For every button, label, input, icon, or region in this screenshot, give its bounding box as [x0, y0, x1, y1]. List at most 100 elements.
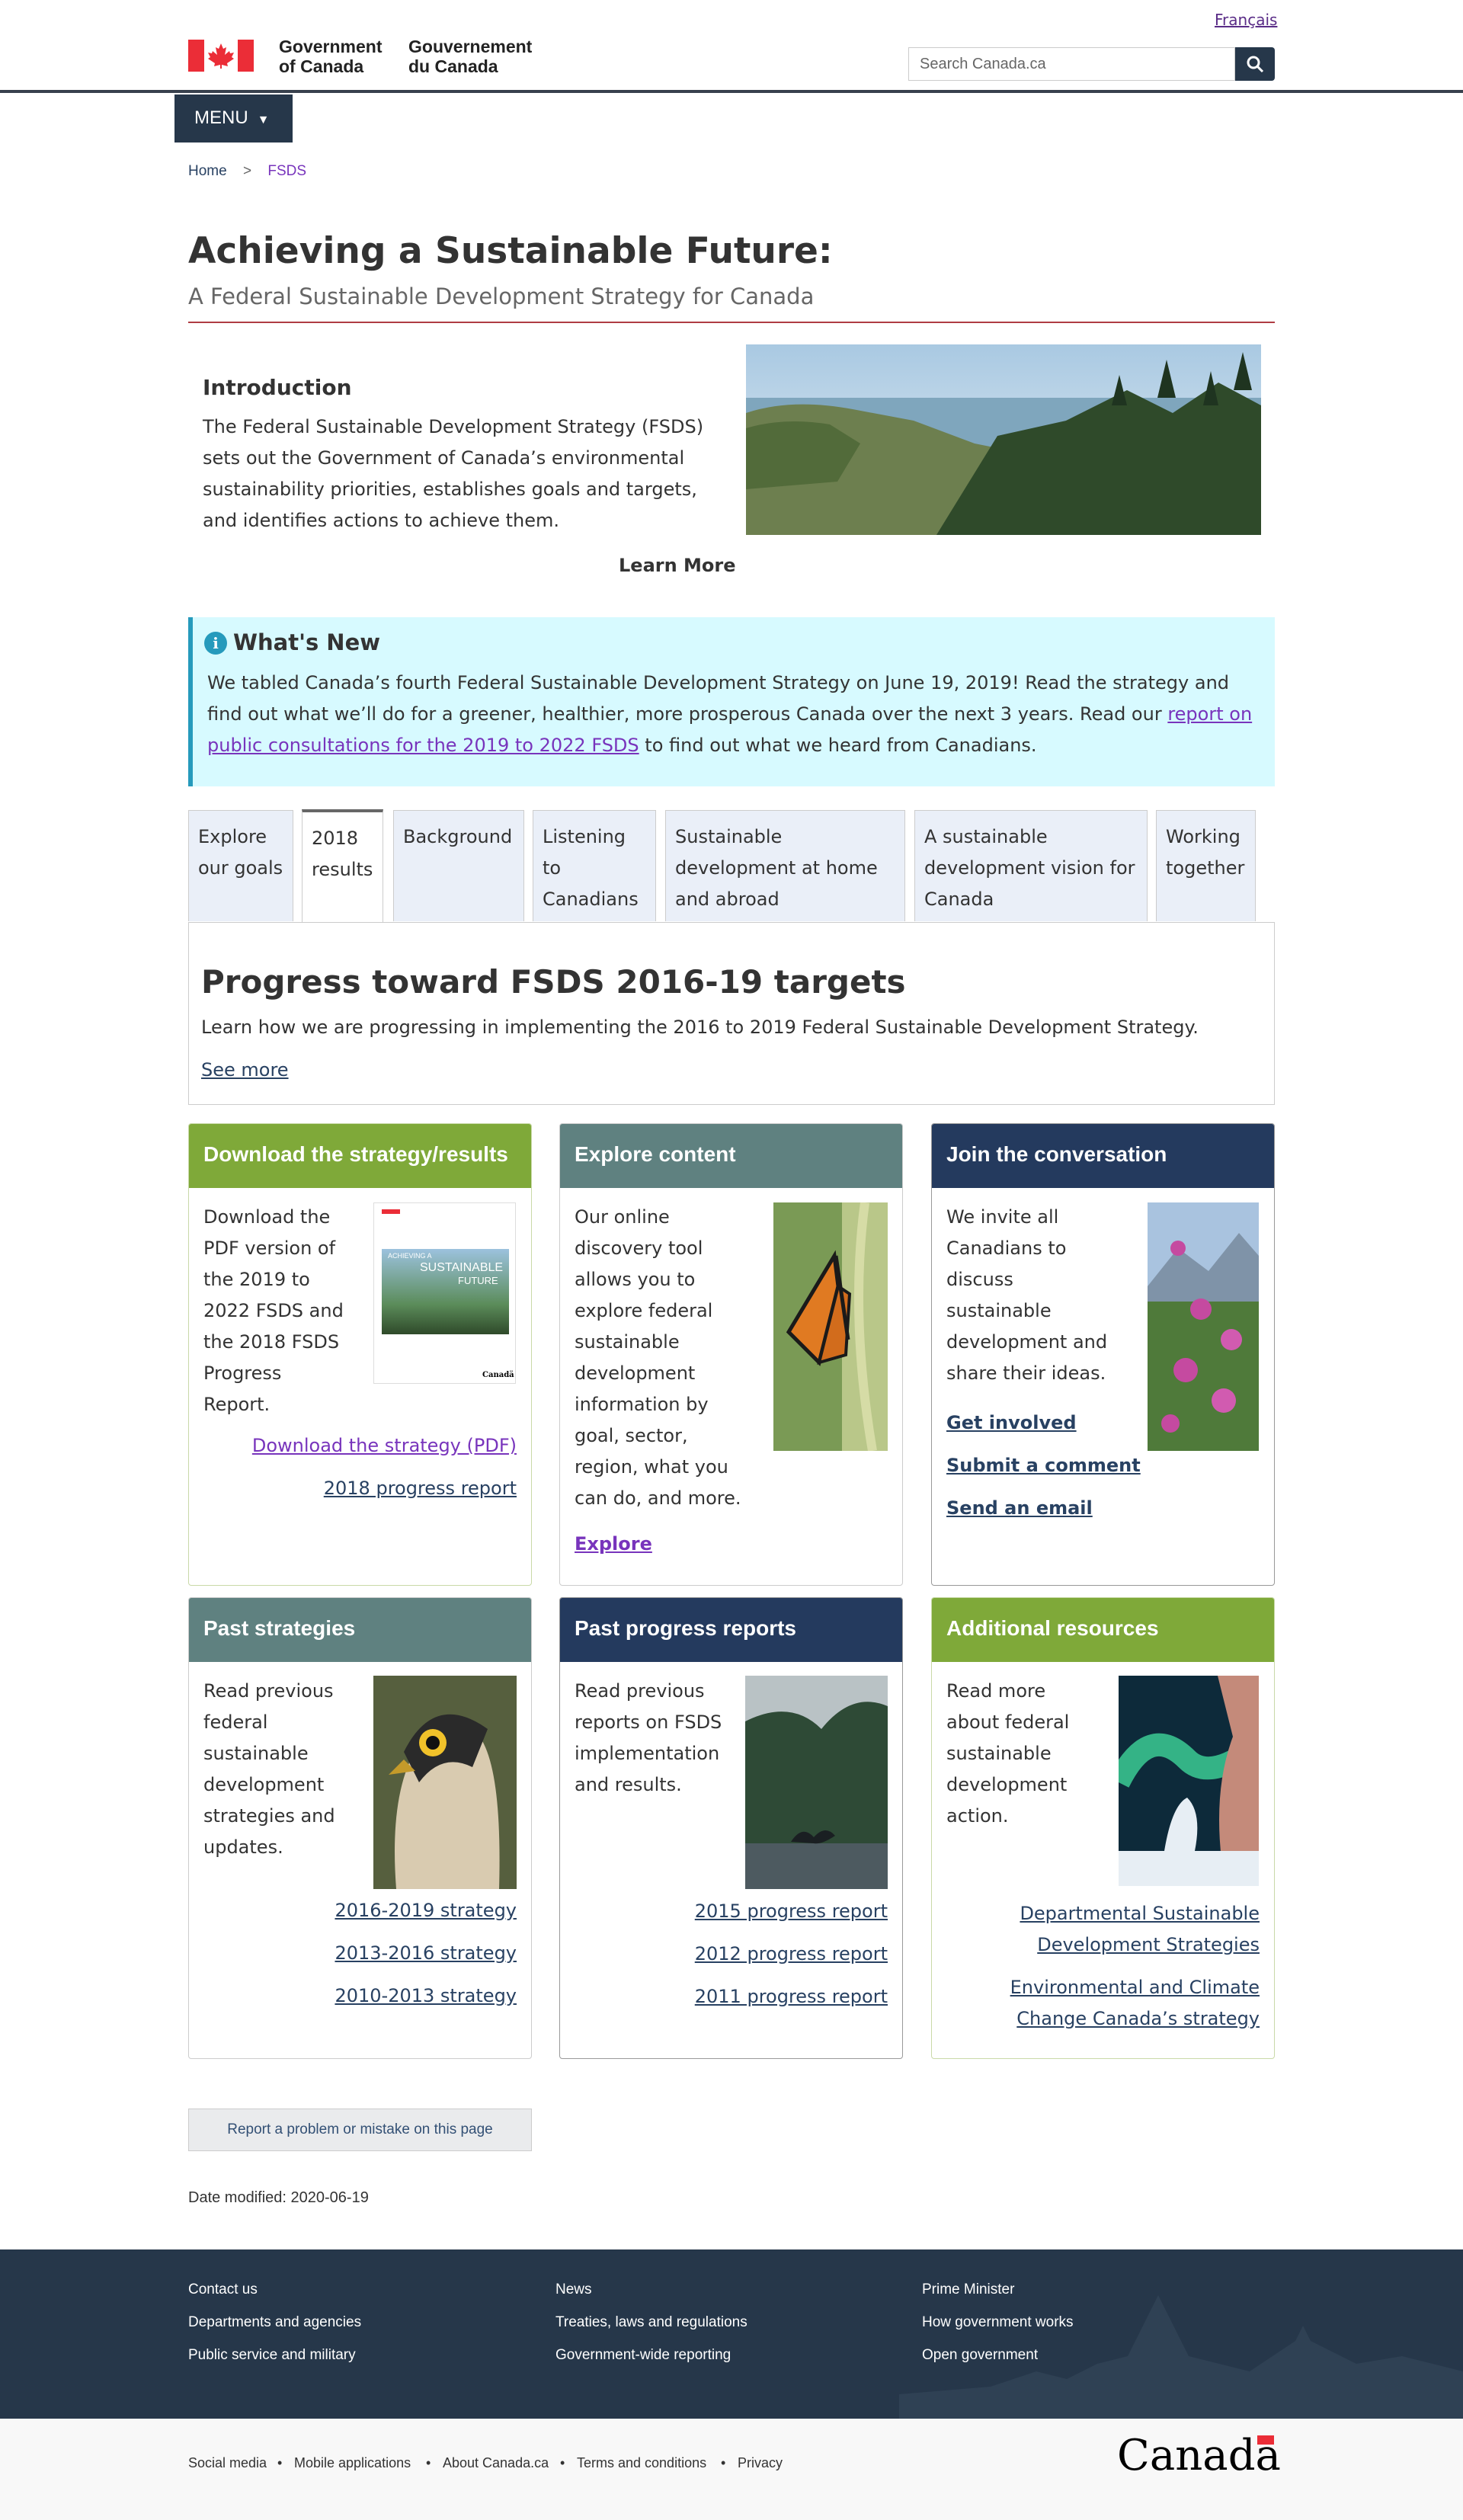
- page-subtitle: A Federal Sustainable Development Strate…: [188, 283, 815, 309]
- about-canada-link[interactable]: About Canada.ca: [443, 2455, 549, 2471]
- fireweed-flowers-image: [1148, 1202, 1259, 1451]
- govt-fr-line2: du Canada: [408, 56, 498, 76]
- send-email-link[interactable]: Send an email: [946, 1497, 1093, 1519]
- card-past-reports-title: Past progress reports: [560, 1598, 902, 1662]
- whats-new-text: We tabled Canada’s fourth Federal Sustai…: [207, 668, 1259, 761]
- footer-departments-link[interactable]: Departments and agencies: [188, 2314, 361, 2331]
- northern-lights-image: [1119, 1676, 1259, 1886]
- footer-reporting-link[interactable]: Government-wide reporting: [555, 2347, 731, 2364]
- progress-report-2015-link[interactable]: 2015 progress report: [575, 1900, 888, 1922]
- card-past-reports-text: Read previous reports on FSDS implementa…: [575, 1680, 722, 1795]
- progress-report-2011-link[interactable]: 2011 progress report: [575, 1986, 888, 2007]
- eccc-strategy-link[interactable]: Environmental and Climate Change Canada’…: [946, 1972, 1260, 2035]
- departmental-sds-link[interactable]: Departmental Sustainable Development Str…: [946, 1898, 1260, 1961]
- tab-panel: [188, 922, 1275, 1105]
- tab-panel-heading: Progress toward FSDS 2016-19 targets: [201, 963, 906, 1001]
- bullet-separator: •: [426, 2455, 431, 2470]
- menu-label: MENU: [194, 107, 248, 128]
- card-explore-text: Our online discovery tool allows you to …: [575, 1206, 741, 1509]
- tab-background[interactable]: Background: [393, 810, 524, 921]
- breadcrumb-fsds-link[interactable]: FSDS: [267, 163, 306, 179]
- page-title: Achieving a Sustainable Future:: [188, 230, 833, 272]
- breadcrumb: Home > FSDS: [188, 163, 319, 180]
- breadcrumb-home-link[interactable]: Home: [188, 163, 227, 179]
- search-input[interactable]: Search Canada.ca: [908, 47, 1235, 81]
- tab-panel-text: Learn how we are progressing in implemen…: [201, 1017, 1199, 1038]
- whats-new-text-before: We tabled Canada’s fourth Federal Sustai…: [207, 672, 1230, 725]
- bullet-separator: •: [277, 2455, 283, 2470]
- intro-heading: Introduction: [203, 375, 352, 400]
- progress-report-2018-link[interactable]: 2018 progress report: [203, 1478, 517, 1499]
- canada-flag-icon[interactable]: [188, 40, 254, 72]
- chevron-down-icon: ▼: [257, 114, 270, 126]
- govt-fr-line1: Gouvernement: [408, 37, 533, 56]
- monarch-butterfly-image: [773, 1202, 888, 1451]
- footer-how-government-works-link[interactable]: How government works: [922, 2314, 1074, 2331]
- pdf-cover-line3: FUTURE: [458, 1275, 498, 1286]
- card-download-text: Download the PDF version of the 2019 to …: [203, 1206, 344, 1415]
- tab-listening-to-canadians[interactable]: Listening to Canadians: [533, 810, 656, 921]
- pdf-cover-wordmark: Canadä: [482, 1371, 514, 1379]
- report-problem-button[interactable]: Report a problem or mistake on this page: [188, 2109, 532, 2151]
- govt-en-line1: Government: [279, 37, 383, 56]
- date-modified: Date modified: 2020-06-19: [188, 2189, 369, 2206]
- govt-en-line2: of Canada: [279, 56, 364, 76]
- terms-conditions-link[interactable]: Terms and conditions: [577, 2455, 706, 2471]
- privacy-link[interactable]: Privacy: [738, 2455, 783, 2471]
- menu-button[interactable]: MENU ▼: [174, 94, 293, 142]
- government-signature-en[interactable]: Government of Canada: [279, 37, 382, 76]
- footer-open-government-link[interactable]: Open government: [922, 2347, 1038, 2364]
- whats-new-text-after: to find out what we heard from Canadians…: [639, 735, 1037, 756]
- footer-treaties-link[interactable]: Treaties, laws and regulations: [555, 2314, 748, 2331]
- language-toggle-link[interactable]: Français: [1215, 11, 1277, 29]
- fsds-pdf-cover-image: ACHIEVING A SUSTAINABLE FUTURE Canadä: [373, 1202, 516, 1384]
- progress-report-2012-link[interactable]: 2012 progress report: [575, 1943, 888, 1964]
- search-button[interactable]: [1235, 47, 1275, 81]
- social-media-link[interactable]: Social media: [188, 2455, 267, 2471]
- bullet-separator: •: [721, 2455, 726, 2470]
- get-involved-link[interactable]: Get involved: [946, 1412, 1077, 1433]
- title-divider: [188, 322, 1275, 323]
- card-join-title: Join the conversation: [932, 1124, 1274, 1188]
- pdf-cover-line2: SUSTAINABLE: [420, 1261, 504, 1274]
- strategy-2016-2019-link[interactable]: 2016-2019 strategy: [203, 1900, 517, 1921]
- info-icon: i: [204, 632, 227, 655]
- footer-public-service-link[interactable]: Public service and military: [188, 2347, 356, 2364]
- download-strategy-pdf-link[interactable]: Download the strategy (PDF): [203, 1435, 517, 1456]
- learn-more-link[interactable]: Learn More: [619, 555, 736, 576]
- explore-link[interactable]: Explore: [575, 1533, 652, 1555]
- canada-wordmark: Canadä: [1117, 2431, 1281, 2480]
- whats-new-heading: What's New: [233, 629, 381, 655]
- card-additional-resources-text: Read more about federal sustainable deve…: [946, 1680, 1070, 1827]
- card-past-strategies-text: Read previous federal sustainable develo…: [203, 1680, 335, 1858]
- strategy-2013-2016-link[interactable]: 2013-2016 strategy: [203, 1942, 517, 1964]
- main-footer: [0, 2249, 1463, 2419]
- footer-prime-minister-link[interactable]: Prime Minister: [922, 2281, 1014, 2298]
- peregrine-falcon-image: [373, 1676, 517, 1889]
- tab-sd-vision[interactable]: A sustainable development vision for Can…: [914, 810, 1148, 921]
- card-download-title: Download the strategy/results: [189, 1124, 531, 1188]
- breadcrumb-separator: >: [242, 163, 252, 179]
- pdf-cover-line1: ACHIEVING A: [388, 1252, 432, 1260]
- tab-sd-home-abroad[interactable]: Sustainable development at home and abro…: [665, 810, 905, 921]
- card-additional-resources-title: Additional resources: [932, 1598, 1274, 1662]
- government-signature-fr[interactable]: Gouvernement du Canada: [408, 37, 532, 76]
- mobile-applications-link[interactable]: Mobile applications: [294, 2455, 411, 2471]
- see-more-link[interactable]: See more: [201, 1059, 289, 1081]
- tab-working-together[interactable]: Working together: [1156, 810, 1256, 921]
- strategy-2010-2013-link[interactable]: 2010-2013 strategy: [203, 1985, 517, 2006]
- tab-explore-goals[interactable]: Explore our goals: [188, 810, 293, 921]
- card-explore-title: Explore content: [560, 1124, 902, 1188]
- whale-tail-image: [745, 1676, 888, 1889]
- submit-comment-link[interactable]: Submit a comment: [946, 1455, 1141, 1476]
- bullet-separator: •: [560, 2455, 565, 2470]
- wordmark-flag-icon: [1257, 2435, 1274, 2445]
- intro-text: The Federal Sustainable Development Stra…: [203, 416, 704, 531]
- footer-news-link[interactable]: News: [555, 2281, 592, 2298]
- tab-2018-results[interactable]: 2018 results: [302, 809, 383, 922]
- footer-contact-us-link[interactable]: Contact us: [188, 2281, 258, 2298]
- coastline-forest-image: [746, 344, 1261, 535]
- card-join-text: We invite all Canadians to discuss susta…: [946, 1206, 1108, 1384]
- card-past-strategies-title: Past strategies: [189, 1598, 531, 1662]
- search-icon: [1247, 56, 1264, 73]
